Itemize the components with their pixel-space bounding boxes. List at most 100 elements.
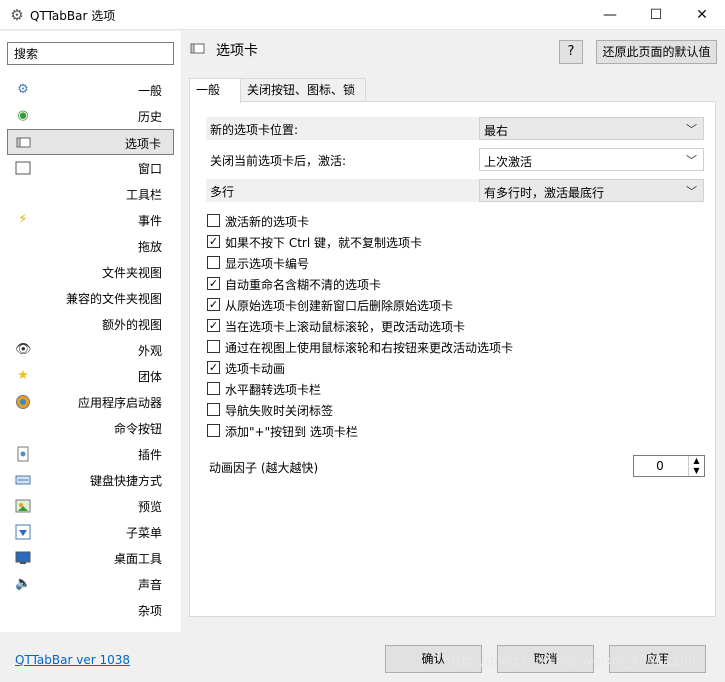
plugin-icon xyxy=(15,446,31,462)
checkbox-label: 从原始选项卡创建新窗口后删除原始选项卡 xyxy=(225,299,454,313)
spinner-down-icon[interactable]: ▼ xyxy=(688,466,704,476)
cancel-button[interactable]: 取消 xyxy=(497,645,594,673)
sidebar-item-label: 窗口 xyxy=(137,162,162,176)
checkbox-unchecked-icon[interactable] xyxy=(207,214,220,227)
checkbox-checked-icon[interactable]: ✓ xyxy=(207,298,220,311)
window-title: QTTabBar 选项 xyxy=(30,9,116,23)
maximize-button[interactable]: ☐ xyxy=(633,0,679,30)
reset-defaults-button[interactable]: 还原此页面的默认值 xyxy=(596,40,717,64)
chevron-down-icon: ﹀ xyxy=(686,154,697,167)
lightning-icon: ⚡ xyxy=(18,212,28,227)
new-tab-position-label: 新的选项卡位置: xyxy=(210,123,299,137)
checkbox-label: 如果不按下 Ctrl 键，就不复制选项卡 xyxy=(225,236,422,250)
sidebar-item-history[interactable]: ◉ 历史 xyxy=(7,103,174,129)
sidebar-item-label: 拖放 xyxy=(137,240,162,254)
checkbox-label: 导航失败时关闭标签 xyxy=(225,404,334,418)
checkbox-unchecked-icon[interactable] xyxy=(207,424,220,437)
new-tab-position-row: 新的选项卡位置: 最右 ﹀ xyxy=(206,117,704,140)
sidebar-item-window[interactable]: 窗口 xyxy=(7,155,174,181)
sidebar-item-label: 桌面工具 xyxy=(113,552,162,566)
sidebar-item-label: 一般 xyxy=(137,84,162,98)
sidebar-item-label: 键盘快捷方式 xyxy=(89,474,162,488)
eye-icon: 👁 xyxy=(15,342,32,357)
sidebar-item-folder-view[interactable]: 文件夹视图 xyxy=(7,259,174,285)
launcher-icon xyxy=(15,394,31,410)
sidebar-item-submenu[interactable]: 子菜单 xyxy=(7,519,174,545)
submenu-icon xyxy=(15,524,31,540)
checkbox-label: 激活新的选项卡 xyxy=(225,215,310,229)
checkbox-unchecked-icon[interactable] xyxy=(207,340,220,353)
checkbox-label: 水平翻转选项卡栏 xyxy=(225,383,322,397)
page-title: 选项卡 xyxy=(216,43,258,59)
keyboard-icon xyxy=(15,472,31,488)
checkbox-checked-icon[interactable]: ✓ xyxy=(207,361,220,374)
sidebar-item-tabs[interactable]: 选项卡 xyxy=(7,129,174,155)
checkbox-checked-icon[interactable]: ✓ xyxy=(207,235,220,248)
search-input[interactable] xyxy=(7,42,174,65)
sidebar-item-label: 团体 xyxy=(137,370,162,384)
sidebar-item-command-buttons[interactable]: 命令按钮 xyxy=(7,415,174,441)
gear-icon: ⚙ xyxy=(17,82,29,97)
chevron-down-icon: ﹀ xyxy=(686,185,697,198)
checkbox-label: 选项卡动画 xyxy=(225,362,286,376)
animation-factor-label: 动画因子 (越大越快) xyxy=(209,461,319,475)
sidebar-item-desktop-tools[interactable]: 桌面工具 xyxy=(7,545,174,571)
sidebar-item-dragdrop[interactable]: 拖放 xyxy=(7,233,174,259)
star-icon: ★ xyxy=(17,368,29,383)
sidebar-item-label: 额外的视图 xyxy=(101,318,162,332)
sidebar-item-plugins[interactable]: 插件 xyxy=(7,441,174,467)
sidebar-item-app-launcher[interactable]: 应用程序启动器 xyxy=(7,389,174,415)
sidebar-item-label: 文件夹视图 xyxy=(101,266,162,280)
sidebar-nav: ⚙ 一般 ◉ 历史 选项卡 窗口 工具栏 ⚡ 事件 拖放 文件夹视图 兼容的文件 xyxy=(7,77,174,623)
sidebar-item-preview[interactable]: 预览 xyxy=(7,493,174,519)
sidebar-item-groups[interactable]: ★ 团体 xyxy=(7,363,174,389)
speaker-icon: 🔈 xyxy=(15,576,32,591)
select-value: 上次激活 xyxy=(484,155,533,169)
after-close-activate-row: 关闭当前选项卡后，激活: 上次激活 ﹀ xyxy=(206,148,704,171)
tab-close-buttons-icons-lock[interactable]: 关闭按钮、图标、锁 xyxy=(240,78,366,102)
spinner-up-icon[interactable]: ▲ xyxy=(688,456,704,466)
sidebar-item-appearance[interactable]: 👁 外观 xyxy=(7,337,174,363)
sidebar: ⚙ 一般 ◉ 历史 选项卡 窗口 工具栏 ⚡ 事件 拖放 文件夹视图 兼容的文件 xyxy=(0,31,181,632)
animation-factor-value[interactable]: 0 xyxy=(634,459,686,473)
select-value: 有多行时，激活最底行 xyxy=(484,186,605,200)
multi-row-select[interactable]: 有多行时，激活最底行 ﹀ xyxy=(479,179,704,202)
sidebar-item-label: 事件 xyxy=(137,214,162,228)
after-close-activate-select[interactable]: 上次激活 ﹀ xyxy=(479,148,704,171)
animation-factor-spinner[interactable]: 0 ▲ ▼ xyxy=(633,455,705,477)
sidebar-item-general[interactable]: ⚙ 一般 xyxy=(7,77,174,103)
window-icon xyxy=(15,160,31,176)
sidebar-item-label: 工具栏 xyxy=(125,188,162,202)
after-close-activate-label: 关闭当前选项卡后，激活: xyxy=(210,154,347,168)
chevron-down-icon: ﹀ xyxy=(686,123,697,136)
checkbox-checked-icon[interactable]: ✓ xyxy=(207,319,220,332)
apply-button[interactable]: 应用 xyxy=(609,645,706,673)
checkbox-label: 自动重命名含糊不清的选项卡 xyxy=(225,278,382,292)
checkbox-label: 通过在视图上使用鼠标滚轮和右按钮来更改活动选项卡 xyxy=(225,341,514,355)
gear-icon: ⚙ xyxy=(10,6,24,24)
sidebar-item-toolbar[interactable]: 工具栏 xyxy=(7,181,174,207)
checkbox-unchecked-icon[interactable] xyxy=(207,403,220,416)
close-button[interactable]: ✕ xyxy=(679,0,725,30)
sidebar-item-sound[interactable]: 🔈 声音 xyxy=(7,571,174,597)
sidebar-item-label: 历史 xyxy=(137,110,162,124)
help-button[interactable]: ? xyxy=(559,40,583,64)
sidebar-item-extra-view[interactable]: 额外的视图 xyxy=(7,311,174,337)
checkbox-label: 显示选项卡编号 xyxy=(225,257,310,271)
checkbox-unchecked-icon[interactable] xyxy=(207,382,220,395)
checkbox-label: 当在选项卡上滚动鼠标滚轮，更改活动选项卡 xyxy=(225,320,466,334)
checkbox-unchecked-icon[interactable] xyxy=(207,256,220,269)
version-link[interactable]: QTTabBar ver 1038 xyxy=(15,653,130,667)
sidebar-item-keyboard-shortcuts[interactable]: 键盘快捷方式 xyxy=(7,467,174,493)
multi-row-label: 多行 xyxy=(210,185,235,199)
sidebar-item-misc[interactable]: 杂项 xyxy=(7,597,174,623)
sidebar-item-label: 杂项 xyxy=(137,604,162,618)
checkbox-checked-icon[interactable]: ✓ xyxy=(207,277,220,290)
new-tab-position-select[interactable]: 最右 ﹀ xyxy=(479,117,704,140)
sidebar-item-label: 兼容的文件夹视图 xyxy=(65,292,162,306)
minimize-button[interactable]: — xyxy=(587,0,633,30)
tab-general[interactable]: 一般 xyxy=(189,78,241,103)
sidebar-item-events[interactable]: ⚡ 事件 xyxy=(7,207,174,233)
ok-button[interactable]: 确认 xyxy=(385,645,482,673)
sidebar-item-compat-folder-view[interactable]: 兼容的文件夹视图 xyxy=(7,285,174,311)
